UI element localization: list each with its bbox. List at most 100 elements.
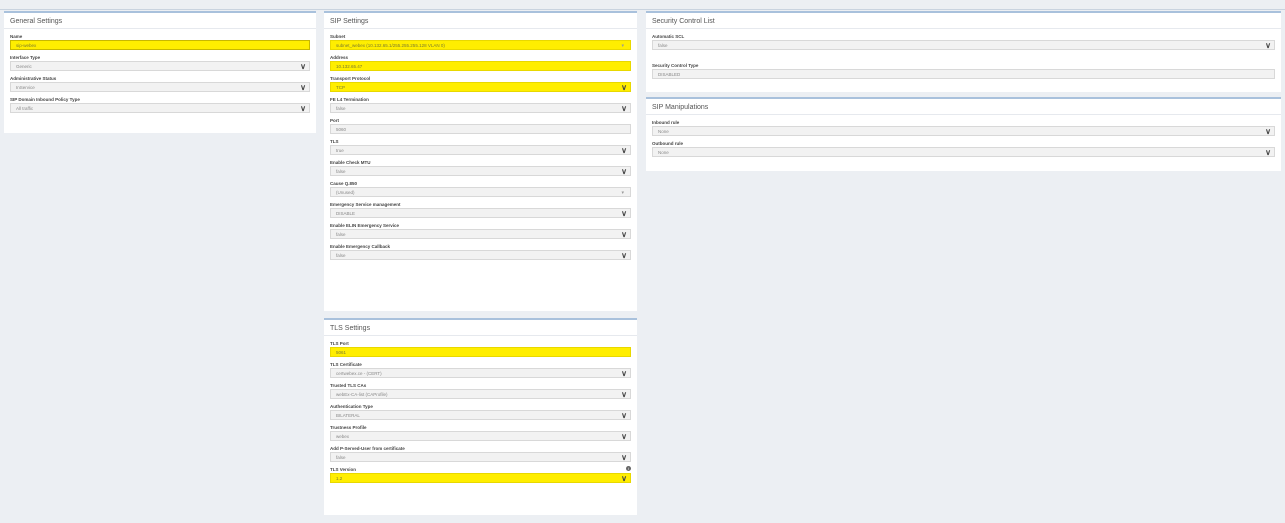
tls-certificate-select[interactable]: certwebex.ce - (CERT) ∨ [330, 368, 631, 378]
field-value: None [658, 129, 669, 134]
enable-elin-emergency-service-select[interactable]: false ∨ [330, 229, 631, 239]
transport-protocol-select[interactable]: TCP ∨ [330, 82, 631, 92]
automatic-scl-select[interactable]: false ∨ [652, 40, 1275, 50]
name-input[interactable]: sip-webex [10, 40, 310, 50]
field-value: (Unused) [336, 190, 355, 195]
trusted-tls-cas-field: Trusted TLS CAs webEx-CA-list (CAProfile)… [330, 382, 631, 399]
administrative-status-select[interactable]: InService ∨ [10, 82, 310, 92]
enable-check-mtu-select[interactable]: false ∨ [330, 166, 631, 176]
sip-domain-inbound-policy-type-select[interactable]: All traffic ∨ [10, 103, 310, 113]
security-control-type-input[interactable]: DISABLED [652, 69, 1275, 79]
chevron-down-icon[interactable]: ∨ [621, 209, 627, 217]
field-label: Name [10, 34, 23, 39]
chevron-down-icon[interactable]: ∨ [621, 432, 627, 440]
tls-port-input[interactable]: 5061 [330, 347, 631, 357]
chevron-down-icon[interactable]: ∨ [621, 411, 627, 419]
chevron-down-icon[interactable]: ∨ [621, 104, 627, 112]
caret-down-icon[interactable]: ▾ [621, 41, 624, 49]
tls-certificate-field: TLS Certificate certwebex.ce - (CERT) ∨ [330, 361, 631, 378]
info-icon[interactable]: i [626, 466, 631, 471]
subnet-select[interactable]: subnet_webex (10.132.65.1/255.255.255.12… [330, 40, 631, 50]
field-value: webEx-CA-list (CAProfile) [336, 392, 388, 397]
field-value: 1.2 [336, 476, 343, 481]
cause-q-850-select[interactable]: (Unused) ▾ [330, 187, 631, 197]
tls-version-select[interactable]: 1.2 ∨ [330, 473, 631, 483]
field-label: Cause Q.850 [330, 181, 358, 186]
field-label: Inbound rule [652, 120, 680, 125]
interface-type-select[interactable]: Generic ∨ [10, 61, 310, 71]
port-input[interactable]: 5060 [330, 124, 631, 134]
panel-title: General Settings [4, 13, 316, 29]
field-label: Outbound rule [652, 141, 683, 146]
enable-emergency-callback-select[interactable]: false ∨ [330, 250, 631, 260]
general-settings-panel: General Settings Name sip-webex Interface … [4, 11, 316, 133]
address-input[interactable]: 10.132.65.47 [330, 61, 631, 71]
chevron-down-icon[interactable]: ∨ [621, 453, 627, 461]
field-value: false [658, 43, 668, 48]
chevron-down-icon[interactable]: ∨ [1265, 127, 1271, 135]
name-field: Name sip-webex [10, 33, 310, 50]
trustness-profile-select[interactable]: webex ∨ [330, 431, 631, 441]
field-value: All traffic [16, 106, 34, 111]
chevron-down-icon[interactable]: ∨ [621, 390, 627, 398]
field-value: false [336, 106, 346, 111]
enable-elin-emergency-service-field: Enable ELIN Emergency Service false ∨ [330, 222, 631, 239]
chevron-down-icon[interactable]: ∨ [621, 83, 627, 91]
authentication-type-field: Authentication Type BILATERAL ∨ [330, 403, 631, 420]
field-value: sip-webex [16, 43, 37, 48]
interface-type-field: Interface Type Generic ∨ [10, 54, 310, 71]
automatic-scl-field: Automatic SCL false ∨ [652, 33, 1275, 50]
field-label: TLS Certificate [330, 362, 362, 367]
chevron-down-icon[interactable]: ∨ [300, 83, 306, 91]
emergency-service-management-select[interactable]: DISABLE ∨ [330, 208, 631, 218]
chevron-down-icon[interactable]: ∨ [621, 146, 627, 154]
tls-settings-panel: TLS Settings TLS Port 5061 TLS Certificate… [324, 318, 637, 515]
authentication-type-select[interactable]: BILATERAL ∨ [330, 410, 631, 420]
inbound-rule-select[interactable]: None ∨ [652, 126, 1275, 136]
field-value: TCP [336, 85, 345, 90]
chevron-down-icon[interactable]: ∨ [1265, 41, 1271, 49]
administrative-status-field: Administrative Status InService ∨ [10, 75, 310, 92]
chevron-down-icon[interactable]: ∨ [621, 474, 627, 482]
field-value: None [658, 150, 669, 155]
field-label: SIP Domain Inbound Policy Type [10, 97, 80, 102]
chevron-down-icon[interactable]: ∨ [621, 167, 627, 175]
field-label: Emergency Service management [330, 202, 401, 207]
field-value: false [336, 455, 346, 460]
field-value: 5061 [336, 350, 347, 355]
field-label: Trustness Profile [330, 425, 367, 430]
panel-title: SIP Settings [324, 13, 637, 29]
trusted-tls-cas-select[interactable]: webEx-CA-list (CAProfile) ∨ [330, 389, 631, 399]
chevron-down-icon[interactable]: ∨ [300, 62, 306, 70]
caret-down-icon[interactable]: ▾ [621, 188, 624, 196]
sip-settings-panel: SIP Settings Subnet subnet_webex (10.132.… [324, 11, 637, 311]
address-field: Address 10.132.65.47 [330, 54, 631, 71]
fe-l4-termination-select[interactable]: false ∨ [330, 103, 631, 113]
field-value: false [336, 169, 346, 174]
field-label: Address [330, 55, 349, 60]
field-label: Subnet [330, 34, 346, 39]
field-value: true [336, 148, 344, 153]
panel-title: TLS Settings [324, 320, 637, 336]
outbound-rule-field: Outbound rule None ∨ [652, 140, 1275, 157]
field-label: Port [330, 118, 339, 123]
field-value: 10.132.65.47 [336, 64, 363, 69]
chevron-down-icon[interactable]: ∨ [621, 230, 627, 238]
add-p-served-user-from-certificate-select[interactable]: false ∨ [330, 452, 631, 462]
tls-select[interactable]: true ∨ [330, 145, 631, 155]
transport-protocol-field: Transport Protocol TCP ∨ [330, 75, 631, 92]
field-label: TLS Version [330, 467, 357, 472]
panel-title: Security Control List [646, 13, 1281, 29]
outbound-rule-select[interactable]: None ∨ [652, 147, 1275, 157]
field-label: Authentication Type [330, 404, 373, 409]
chevron-down-icon[interactable]: ∨ [621, 251, 627, 259]
chevron-down-icon[interactable]: ∨ [621, 369, 627, 377]
trustness-profile-field: Trustness Profile webex ∨ [330, 424, 631, 441]
field-label: FE L4 Termination [330, 97, 369, 102]
field-label: Interface Type [10, 55, 41, 60]
chevron-down-icon[interactable]: ∨ [300, 104, 306, 112]
field-label: Security Control Type [652, 63, 699, 68]
field-label: TLS [330, 139, 339, 144]
sip-manipulations-panel: SIP Manipulations Inbound rule None ∨ Outbo… [646, 97, 1281, 171]
chevron-down-icon[interactable]: ∨ [1265, 148, 1271, 156]
